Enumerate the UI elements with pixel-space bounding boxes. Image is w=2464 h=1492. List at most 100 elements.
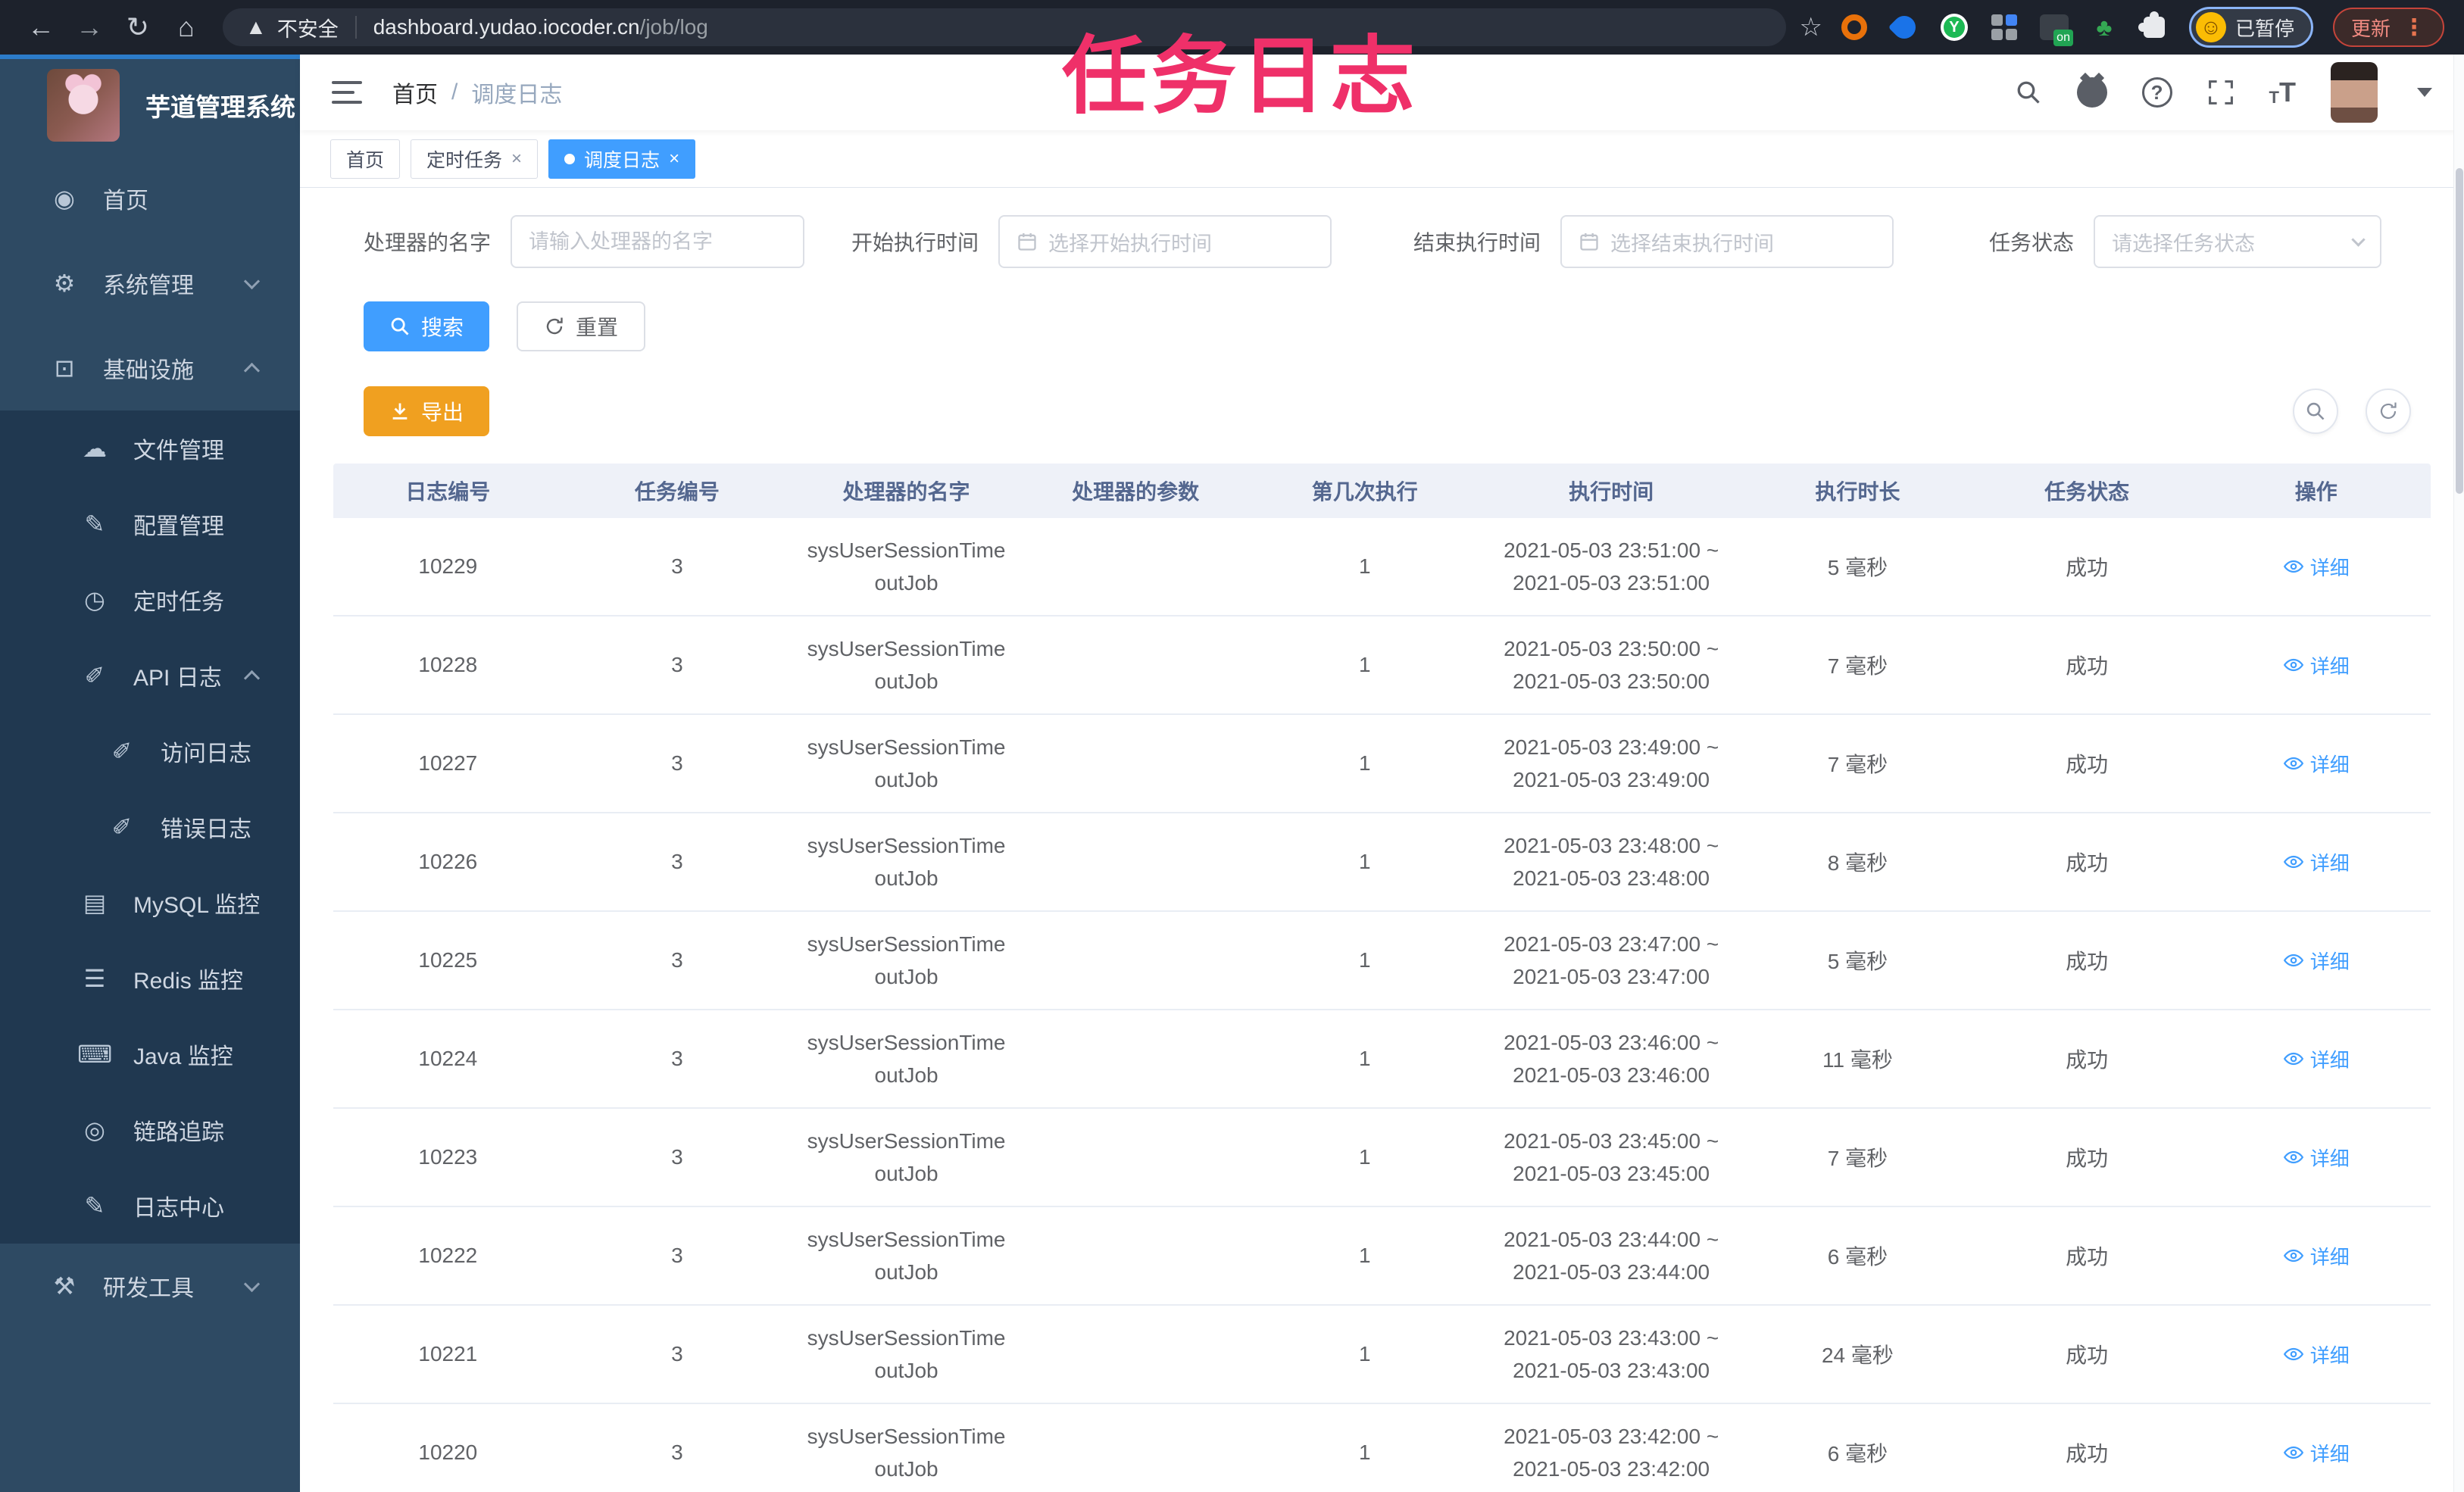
cell-execute-index: 1 bbox=[1359, 948, 1371, 972]
export-button[interactable]: 导出 bbox=[364, 386, 490, 436]
github-icon[interactable] bbox=[2076, 77, 2107, 108]
detail-link[interactable]: 详细 bbox=[2283, 553, 2350, 581]
start-time-picker[interactable]: 选择开始执行时间 bbox=[998, 215, 1332, 268]
detail-link[interactable]: 详细 bbox=[2283, 848, 2350, 876]
detail-link[interactable]: 详细 bbox=[2283, 651, 2350, 679]
sidebar-item[interactable]: ◉ 首页 bbox=[0, 156, 300, 241]
column-header: 第几次执行 bbox=[1311, 480, 1418, 504]
browser-menu-icon[interactable]: ⋮ bbox=[2403, 14, 2426, 41]
cell-handler-name: sysUserSessionTimeoutJob bbox=[807, 1128, 1006, 1185]
calendar-icon bbox=[1018, 233, 1036, 251]
handler-name-input[interactable] bbox=[529, 229, 787, 254]
detail-link[interactable]: 详细 bbox=[2283, 1045, 2350, 1073]
end-time-picker[interactable]: 选择结束执行时间 bbox=[1560, 215, 1894, 268]
refresh-table-button[interactable] bbox=[2366, 389, 2411, 434]
sidebar-item[interactable]: ⚙ 系统管理 bbox=[0, 241, 300, 326]
header-search-icon[interactable] bbox=[2015, 79, 2042, 106]
chevron-down-icon bbox=[2351, 232, 2366, 247]
browser-update-button[interactable]: 更新 ⋮ bbox=[2332, 8, 2444, 47]
reload-button[interactable]: ↻ bbox=[117, 6, 159, 48]
extension-icon[interactable]: ♣ bbox=[2089, 12, 2119, 42]
search-button[interactable]: 搜索 bbox=[364, 301, 490, 351]
cell-execute-time: 2021-05-03 23:49:00 ~ 2021-05-03 23:49:0… bbox=[1504, 735, 1719, 791]
cell-execute-time: 2021-05-03 23:43:00 ~ 2021-05-03 23:43:0… bbox=[1504, 1325, 1719, 1382]
sidebar-item[interactable]: ✎ 配置管理 bbox=[0, 486, 300, 562]
help-icon[interactable]: ? bbox=[2141, 77, 2172, 108]
detail-link[interactable]: 详细 bbox=[2283, 1242, 2350, 1270]
cell-status: 成功 bbox=[2066, 556, 2109, 579]
column-header: 处理器的名字 bbox=[842, 480, 970, 504]
menu-icon: ☰ bbox=[83, 965, 106, 992]
cell-status: 成功 bbox=[2066, 1245, 2109, 1269]
detail-link[interactable]: 详细 bbox=[2283, 1439, 2350, 1467]
menu-label: 错误日志 bbox=[161, 817, 251, 842]
sidebar-item[interactable]: ☁ 文件管理 bbox=[0, 410, 300, 486]
sidebar-item[interactable]: ⌨ Java 监控 bbox=[0, 1016, 300, 1092]
sidebar-item[interactable]: ⚒ 研发工具 bbox=[0, 1244, 300, 1328]
menu-icon: ⚒ bbox=[53, 1272, 76, 1300]
browser-profile-chip[interactable]: ☺ 已暂停 bbox=[2188, 7, 2313, 48]
extensions-puzzle-icon[interactable] bbox=[2138, 11, 2169, 42]
cell-actions: 详细 bbox=[2201, 1341, 2431, 1369]
bookmark-star-icon[interactable]: ☆ bbox=[1799, 12, 1822, 42]
tab-scheduled-jobs[interactable]: 定时任务 × bbox=[411, 139, 539, 179]
extension-icon[interactable]: on bbox=[2039, 12, 2073, 46]
cell-job-id: 3 bbox=[671, 751, 683, 775]
breadcrumb: 首页 / 调度日志 bbox=[392, 76, 562, 109]
eye-icon bbox=[2283, 1150, 2303, 1164]
close-icon[interactable]: × bbox=[511, 148, 522, 170]
breadcrumb-separator: / bbox=[451, 80, 458, 105]
cell-duration: 6 毫秒 bbox=[1827, 1245, 1888, 1269]
detail-link[interactable]: 详细 bbox=[2283, 1341, 2350, 1369]
cell-duration: 7 毫秒 bbox=[1827, 1147, 1888, 1170]
extension-icon[interactable] bbox=[1839, 12, 1869, 42]
cell-log-id: 10226 bbox=[418, 850, 478, 873]
forward-button[interactable]: → bbox=[68, 6, 111, 48]
home-button[interactable]: ⌂ bbox=[165, 6, 208, 48]
tab-job-log[interactable]: 调度日志 × bbox=[548, 139, 696, 179]
sidebar-item[interactable]: ✐ 访问日志 bbox=[0, 713, 300, 789]
extension-icon[interactable] bbox=[1888, 11, 1921, 44]
breadcrumb-home[interactable]: 首页 bbox=[392, 76, 438, 109]
reset-button[interactable]: 重置 bbox=[517, 301, 646, 351]
filter-label: 开始执行时间 bbox=[851, 231, 979, 254]
fullscreen-icon[interactable] bbox=[2207, 79, 2234, 106]
detail-link[interactable]: 详细 bbox=[2283, 1144, 2350, 1172]
back-button[interactable]: ← bbox=[20, 6, 62, 48]
font-size-icon[interactable]: TT bbox=[2269, 79, 2296, 106]
sidebar-item[interactable]: ◎ 链路追踪 bbox=[0, 1092, 300, 1168]
cell-execute-index: 1 bbox=[1359, 1047, 1371, 1070]
cell-duration: 6 毫秒 bbox=[1827, 1442, 1888, 1465]
avatar-caret-icon[interactable] bbox=[2417, 88, 2432, 97]
sidebar-item[interactable]: ✐ API 日志 bbox=[0, 638, 300, 713]
extension-icon[interactable]: Y bbox=[1939, 12, 1969, 42]
detail-link[interactable]: 详细 bbox=[2283, 947, 2350, 975]
column-header: 任务编号 bbox=[634, 480, 720, 504]
app-logo[interactable]: 芋道管理系统 bbox=[0, 59, 300, 151]
page-scrollbar[interactable] bbox=[2453, 55, 2464, 1492]
menu-icon: ⌨ bbox=[77, 1041, 113, 1068]
cell-job-id: 3 bbox=[671, 850, 683, 873]
close-icon[interactable]: × bbox=[669, 148, 679, 170]
sidebar-item[interactable]: ☰ Redis 监控 bbox=[0, 941, 300, 1016]
toggle-search-button[interactable] bbox=[2293, 389, 2338, 434]
job-status-select[interactable]: 请选择任务状态 bbox=[2094, 215, 2382, 268]
menu-label: MySQL 监控 bbox=[133, 893, 261, 918]
hamburger-icon[interactable] bbox=[332, 81, 362, 104]
sidebar-item[interactable]: ⊡ 基础设施 bbox=[0, 326, 300, 410]
detail-link[interactable]: 详细 bbox=[2283, 750, 2350, 778]
job-log-table: 日志编号 任务编号 处理器的名字 处理器的参数 第几次执行 执行时间 执行时长 任务状态 操作 … bbox=[333, 464, 2431, 1492]
sidebar-item[interactable]: ▤ MySQL 监控 bbox=[0, 865, 300, 941]
sidebar-item[interactable]: ✐ 错误日志 bbox=[0, 789, 300, 865]
chevron-icon bbox=[243, 273, 261, 289]
sidebar-item[interactable]: ✎ 日志中心 bbox=[0, 1168, 300, 1244]
url-bar[interactable]: ▲ 不安全 dashboard.yudao.iocoder.cn /job/lo… bbox=[223, 8, 1786, 46]
user-avatar[interactable] bbox=[2331, 62, 2378, 123]
scrollbar-thumb[interactable] bbox=[2456, 168, 2463, 494]
extension-icon[interactable] bbox=[1989, 12, 2019, 42]
search-icon bbox=[391, 317, 409, 336]
app-title: 芋道管理系统 bbox=[145, 93, 295, 121]
sidebar-item[interactable]: ◷ 定时任务 bbox=[0, 562, 300, 638]
tab-home[interactable]: 首页 bbox=[330, 139, 401, 179]
breadcrumb-current: 调度日志 bbox=[471, 83, 563, 108]
